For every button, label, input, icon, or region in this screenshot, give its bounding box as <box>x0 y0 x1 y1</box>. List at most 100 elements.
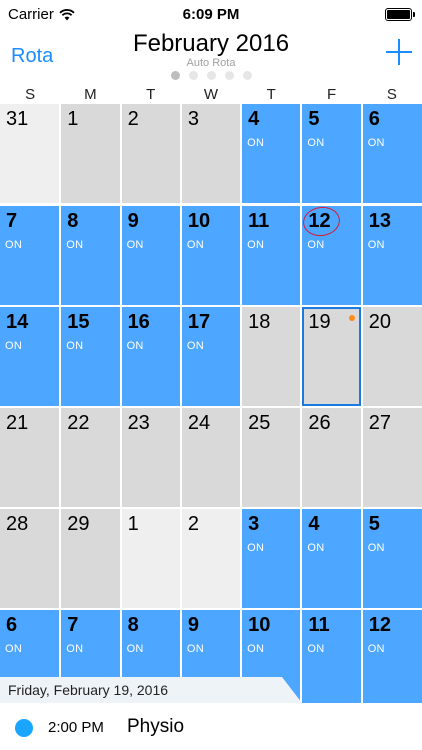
calendar-day-cell[interactable]: 6 ON <box>362 104 422 203</box>
calendar-day-cell[interactable]: 7 ON <box>0 206 60 305</box>
day-number: 9 <box>187 614 199 636</box>
shift-on-label: ON <box>126 239 144 251</box>
day-number: 22 <box>67 412 90 434</box>
calendar-day-cell[interactable]: 27 <box>362 408 422 507</box>
day-number: 1 <box>127 513 139 535</box>
add-button[interactable] <box>386 39 412 65</box>
calendar-day-cell[interactable]: 22 <box>61 408 120 507</box>
day-number: 2 <box>127 108 139 130</box>
calendar-day-cell[interactable]: 10 ON <box>181 206 241 305</box>
day-number: 6 <box>368 108 380 130</box>
day-number: 8 <box>67 210 79 232</box>
status-bar: Carrier 6:09 PM <box>0 0 422 30</box>
calendar-day-cell[interactable]: 13 ON <box>362 206 422 305</box>
calendar-day-cell[interactable]: 5 ON <box>302 104 361 203</box>
calendar-day-cell[interactable]: 21 <box>0 408 60 507</box>
calendar-day-cell[interactable]: 26 <box>302 408 361 507</box>
calendar-day-cell[interactable]: 19 <box>302 307 361 406</box>
day-number: 4 <box>308 513 320 535</box>
calendar-day-cell[interactable]: 4 ON <box>302 509 361 608</box>
calendar-day-cell[interactable]: 29 <box>61 509 120 608</box>
calendar-day-cell[interactable]: 14 ON <box>0 307 60 406</box>
day-number: 20 <box>368 311 391 333</box>
shift-on-label: ON <box>367 239 385 251</box>
day-number: 12 <box>308 210 331 232</box>
page-dot[interactable] <box>170 71 180 80</box>
event-item[interactable]: 2:00 PM Physio <box>0 713 422 741</box>
event-title: Physio <box>127 716 185 737</box>
day-number: 24 <box>187 412 211 434</box>
day-number: 17 <box>187 311 211 333</box>
calendar-day-cell[interactable]: 9 ON <box>121 206 180 305</box>
page-dot[interactable] <box>242 71 252 80</box>
weekday-label: M <box>84 86 97 103</box>
calendar-day-cell[interactable]: 18 <box>242 307 301 406</box>
page-dot[interactable] <box>206 71 216 80</box>
calendar-day-cell[interactable]: 15 ON <box>61 307 120 406</box>
calendar-day-cell[interactable]: 3 ON <box>242 509 301 608</box>
page-indicator[interactable] <box>0 71 422 80</box>
calendar-day-cell[interactable]: 31 <box>0 104 60 203</box>
weekday-label: F <box>326 86 337 103</box>
shift-on-label: ON <box>307 643 325 655</box>
shift-on-label: ON <box>307 542 325 554</box>
day-number: 16 <box>127 311 150 333</box>
day-number: 10 <box>187 210 211 232</box>
calendar-day-cell[interactable]: 4 ON <box>242 104 301 203</box>
page-dot[interactable] <box>188 71 198 80</box>
weekday-header: SMTWTFS <box>0 86 422 104</box>
day-number: 5 <box>308 108 320 130</box>
calendar-day-cell[interactable]: 11 ON <box>242 206 301 305</box>
calendar-day-cell[interactable]: 5 ON <box>362 509 422 608</box>
weekday-label: S <box>386 86 397 103</box>
day-number: 3 <box>187 108 199 130</box>
day-number: 21 <box>6 412 29 434</box>
calendar-day-cell[interactable]: 16 ON <box>121 307 180 406</box>
calendar-day-cell[interactable]: 23 <box>121 408 180 507</box>
calendar-grid: 31 1 2 3 4 ON 5 ON 6 ON 7 ON 8 ON 9 ON 10 ON 11 ON 12 ON 13 ON 1… <box>0 104 422 710</box>
calendar-day-cell[interactable]: 28 <box>0 509 60 608</box>
event-time: 2:00 PM <box>48 719 104 736</box>
calendar-day-cell[interactable]: 3 <box>181 104 241 203</box>
event-list: 2:00 PM Physio <box>0 703 422 750</box>
shift-on-label: ON <box>186 340 204 352</box>
status-time: 6:09 PM <box>182 6 240 23</box>
weekday-label: W <box>203 86 219 103</box>
day-number: 10 <box>248 614 271 636</box>
day-number: 29 <box>67 513 90 535</box>
day-number: 9 <box>127 210 139 232</box>
calendar-day-cell[interactable]: 8 ON <box>61 206 120 305</box>
day-number: 3 <box>248 513 260 535</box>
day-number: 27 <box>368 412 391 434</box>
event-dot-icon <box>348 315 355 321</box>
selected-day-panel: Friday, February 19, 2016 2:00 PM Physio <box>0 677 422 750</box>
calendar-day-cell[interactable]: 24 <box>181 408 241 507</box>
calendar-day-cell[interactable]: 17 ON <box>181 307 241 406</box>
calendar-day-cell[interactable]: 2 <box>121 104 180 203</box>
calendar-day-cell[interactable]: 25 <box>242 408 301 507</box>
shift-on-label: ON <box>126 643 144 655</box>
calendar-day-cell[interactable]: 1 <box>61 104 120 203</box>
day-number: 11 <box>248 210 270 232</box>
page-title: February 2016 <box>132 30 290 57</box>
shift-on-label: ON <box>367 542 385 554</box>
shift-on-label: ON <box>66 340 84 352</box>
calendar-day-cell[interactable]: 2 <box>181 509 241 608</box>
shift-on-label: ON <box>367 643 385 655</box>
weekday-label: T <box>266 86 276 103</box>
weekday-label: T <box>146 86 156 103</box>
calendar-day-cell[interactable]: 1 <box>121 509 180 608</box>
day-number: 4 <box>248 108 260 130</box>
shift-on-label: ON <box>247 643 265 655</box>
page-dot[interactable] <box>224 71 234 80</box>
shift-on-label: ON <box>66 239 84 251</box>
day-number: 28 <box>6 513 29 535</box>
shift-on-label: ON <box>5 239 23 251</box>
day-number: 26 <box>308 412 331 434</box>
day-number: 11 <box>308 614 330 636</box>
selected-day-label: Friday, February 19, 2016 <box>8 682 169 698</box>
day-number: 14 <box>6 311 29 333</box>
day-number: 5 <box>368 513 380 535</box>
calendar-day-cell[interactable]: 12 ON <box>301 204 361 305</box>
calendar-day-cell[interactable]: 20 <box>362 307 422 406</box>
